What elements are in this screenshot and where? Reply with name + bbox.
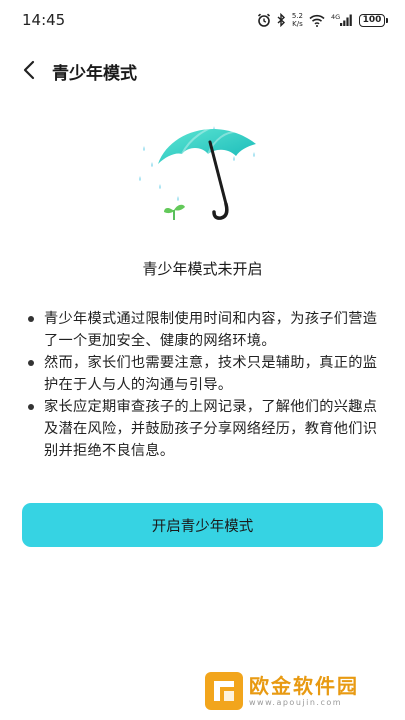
bullet-icon [28, 404, 34, 410]
network-speed-value: 5.2 [291, 12, 303, 20]
status-time: 14:45 [22, 11, 66, 29]
list-item: 然而，家长们也需要注意，技术只是辅助，真正的监护在于人与人的沟通与引导。 [26, 352, 386, 396]
list-item: 家长应定期审查孩子的上网记录，了解他们的兴趣点及潜在风险，并鼓励孩子分享网络经历… [26, 396, 386, 462]
watermark-name: 欧金软件园 [249, 674, 359, 698]
network-speed-unit: K/s [292, 20, 303, 28]
network-speed: 5.2 K/s [292, 12, 303, 28]
bluetooth-icon [277, 13, 285, 27]
sprout-icon [164, 204, 185, 220]
bullet-icon [28, 360, 34, 366]
battery-indicator: 100 [359, 13, 388, 27]
status-icons: 5.2 K/s 4G 100 [257, 10, 388, 30]
chevron-left-icon [23, 60, 35, 80]
tip-text: 青少年模式通过限制使用时间和内容，为孩子们营造了一个更加安全、健康的网络环境。 [44, 311, 378, 349]
umbrella-illustration [139, 123, 256, 220]
tip-text: 然而，家长们也需要注意，技术只是辅助，真正的监护在于人与人的沟通与引导。 [44, 355, 378, 393]
alarm-icon [257, 13, 270, 27]
teen-mode-status: 青少年模式未开启 [142, 260, 263, 278]
list-item: 青少年模式通过限制使用时间和内容，为孩子们营造了一个更加安全、健康的网络环境。 [26, 308, 386, 352]
enable-teen-mode-button[interactable]: 开启青少年模式 [22, 503, 383, 547]
watermark: 欧金软件园 www.apoujin.com [205, 668, 395, 714]
signal-label: 4G [331, 13, 340, 21]
signal-icon: 4G [331, 13, 352, 26]
bullet-icon [28, 316, 34, 322]
tips-list: 青少年模式通过限制使用时间和内容，为孩子们营造了一个更加安全、健康的网络环境。 … [26, 308, 386, 462]
status-bar: 14:45 5.2 K/s 4G 100 [0, 0, 405, 40]
watermark-logo-icon [205, 672, 243, 710]
back-button[interactable] [14, 55, 44, 85]
watermark-url: www.apoujin.com [249, 698, 343, 707]
wifi-icon [309, 14, 325, 27]
tip-text: 家长应定期审查孩子的上网记录，了解他们的兴趣点及潜在风险，并鼓励孩子分享网络经历… [44, 399, 378, 459]
header: 青少年模式 [0, 52, 405, 88]
page-title: 青少年模式 [52, 64, 137, 84]
